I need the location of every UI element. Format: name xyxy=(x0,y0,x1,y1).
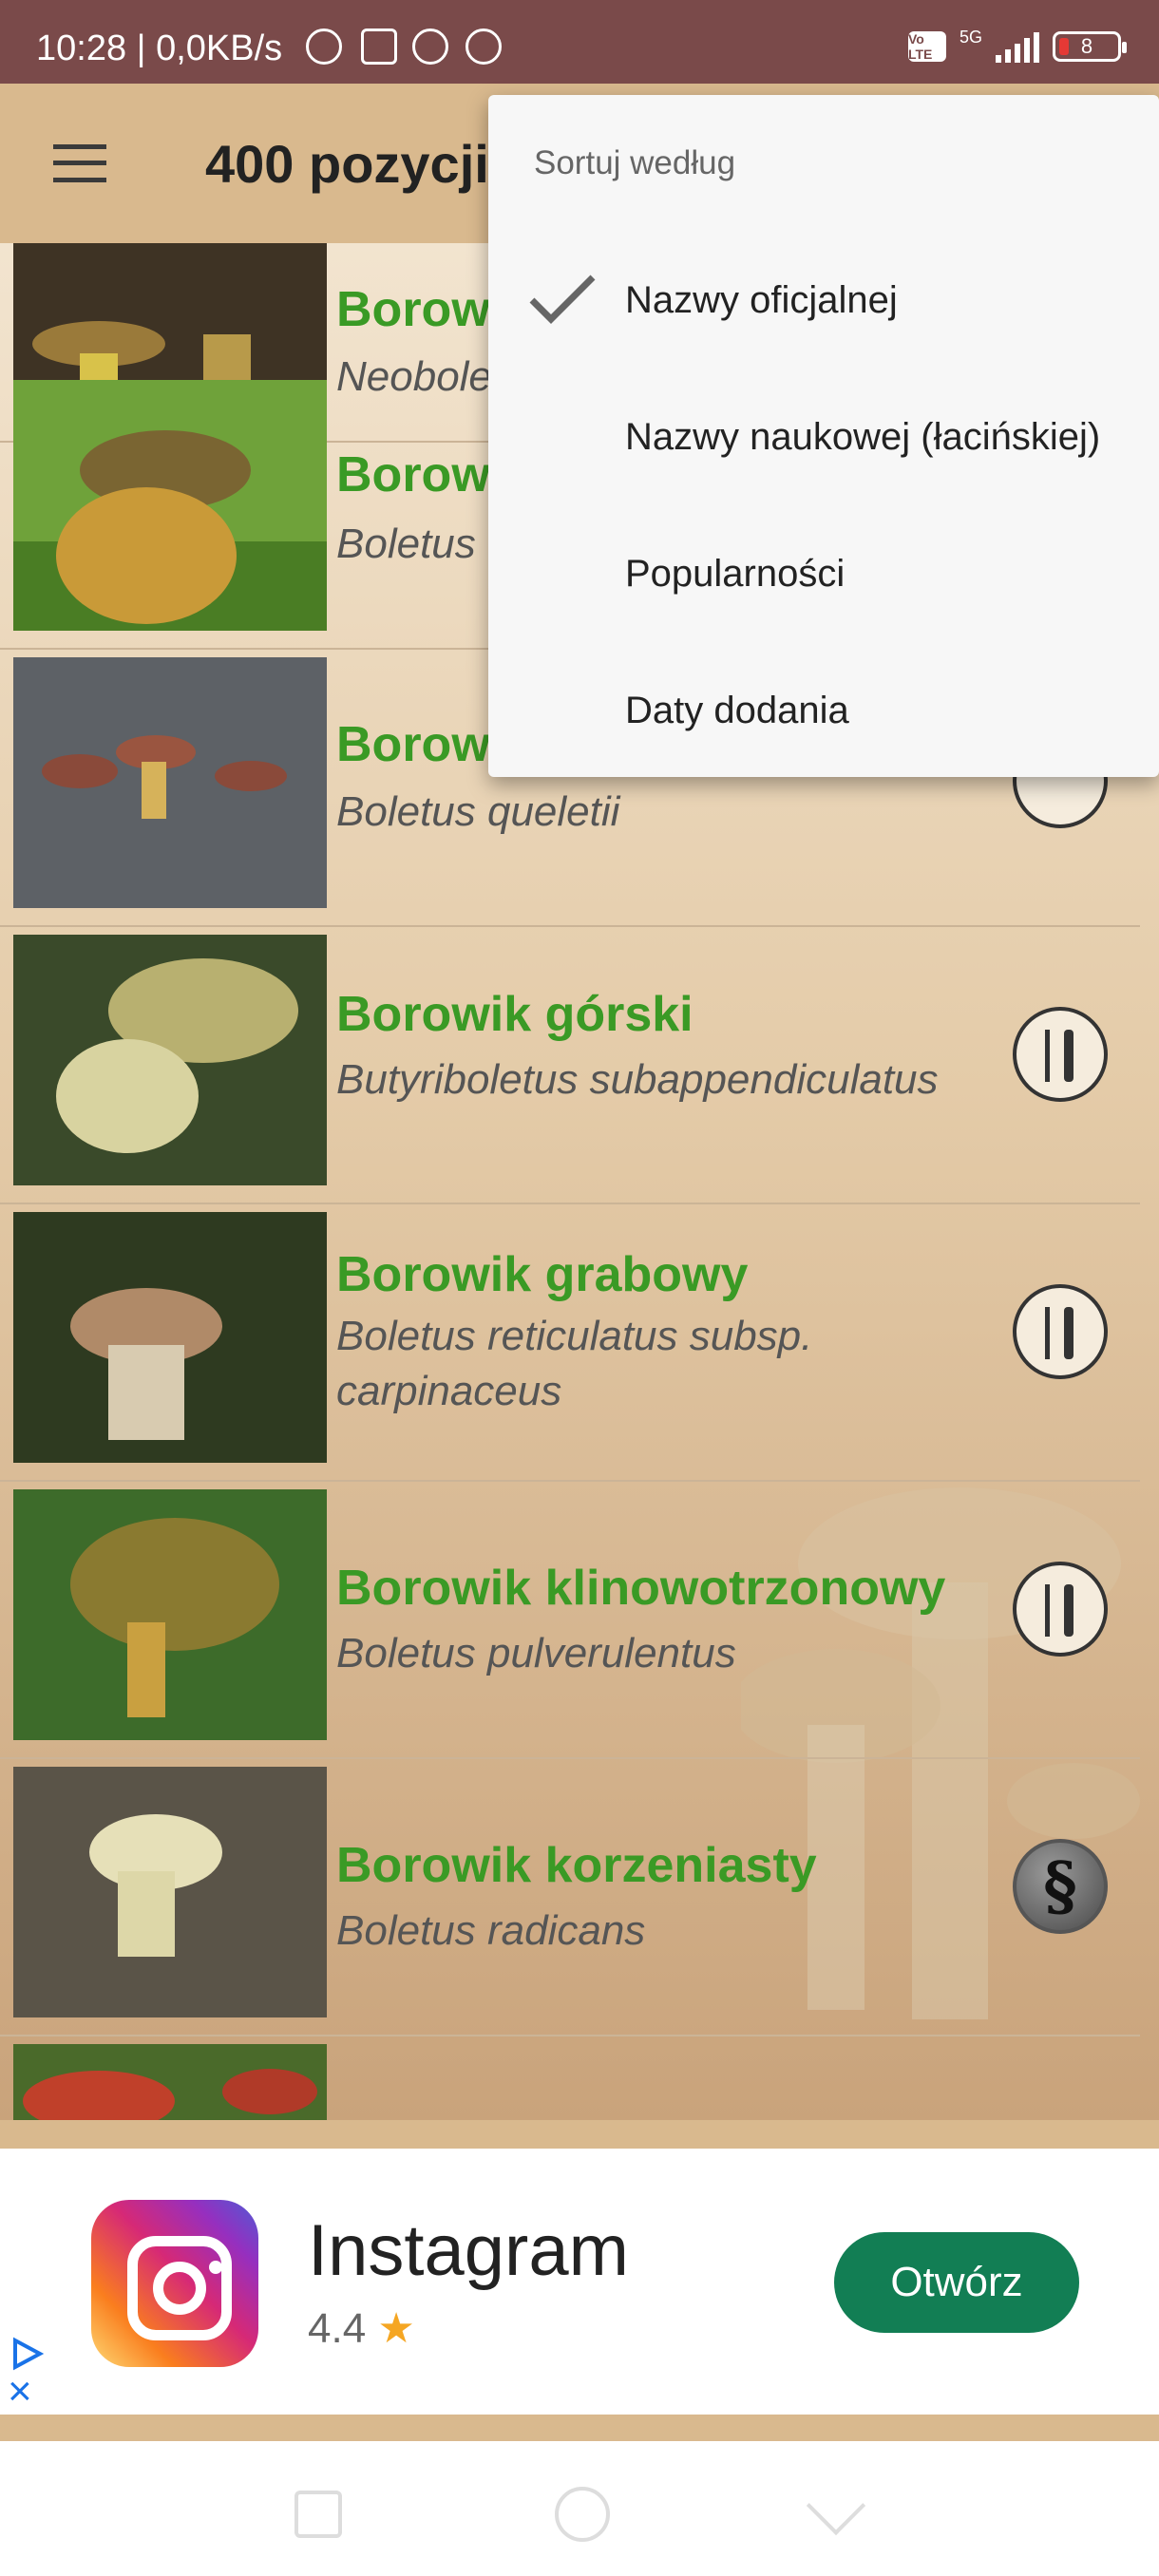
volte-icon: Vo LTE xyxy=(907,31,946,62)
mushroom-photo xyxy=(13,1212,327,1463)
sort-option-label: Daty dodania xyxy=(625,690,849,731)
ad-divider-bottom xyxy=(0,2415,1159,2441)
whatsapp-icon xyxy=(412,28,448,65)
ad-rating-value: 4.4 xyxy=(308,2305,367,2352)
sort-option-scientific-name[interactable]: Nazwy naukowej (łacińskiej) xyxy=(488,369,1159,505)
sort-option-label: Nazwy oficjalnej xyxy=(625,279,898,321)
mushroom-photo xyxy=(13,1767,327,2017)
home-icon[interactable] xyxy=(555,2487,610,2542)
instagram-icon[interactable] xyxy=(91,2200,258,2367)
status-bar: 10:28 | 0,0KB/s Vo LTE 5G 8 xyxy=(0,0,1159,84)
mushroom-name: Borowik korzeniasty xyxy=(336,1838,817,1893)
sort-option-date-added[interactable]: Daty dodania xyxy=(488,642,1159,779)
mushroom-photo xyxy=(13,380,327,631)
list-item[interactable] xyxy=(0,2035,1140,2120)
menu-icon[interactable] xyxy=(53,144,106,182)
list-item[interactable]: Borowik górski Butyriboletus subappendic… xyxy=(0,925,1140,1204)
fork-knife-icon xyxy=(1045,1307,1074,1359)
sort-menu-title: Sortuj według xyxy=(534,144,736,181)
edible-badge xyxy=(1013,1284,1108,1379)
mushroom-photo xyxy=(13,657,327,908)
ad-rating: 4.4 ★ xyxy=(308,2304,415,2353)
mushroom-latin-name: Boletus queletii xyxy=(336,788,620,835)
sort-option-official-name[interactable]: Nazwy oficjalnej xyxy=(488,232,1159,369)
ad-open-button[interactable]: Otwórz xyxy=(834,2232,1079,2333)
ad-close-icon[interactable]: × xyxy=(8,2371,46,2413)
mushroom-latin-name: Butyriboletus subappendiculatus xyxy=(336,1056,939,1103)
checkmark-icon xyxy=(529,275,596,324)
battery-level: 8 xyxy=(1080,34,1093,58)
system-navigation-bar xyxy=(0,2441,1159,2576)
mushroom-name: Borowik górski xyxy=(336,987,694,1042)
signal-icon xyxy=(996,30,1039,63)
edible-badge xyxy=(1013,1562,1108,1657)
network-type: 5G xyxy=(959,27,982,47)
mushroom-photo xyxy=(13,1489,327,1740)
mushroom-photo xyxy=(13,935,327,1185)
fork-knife-icon xyxy=(1045,1030,1074,1082)
status-time: 10:28 | 0,0KB/s xyxy=(36,28,283,68)
star-icon: ★ xyxy=(377,2305,415,2352)
list-item[interactable]: Borowik korzeniasty Boletus radicans § xyxy=(0,1757,1140,2036)
sort-option-label: Nazwy naukowej (łacińskiej) xyxy=(625,416,1101,458)
list-item[interactable]: Borowik grabowy Boletus reticulatus subs… xyxy=(0,1203,1140,1482)
battery-icon: 8 xyxy=(1053,31,1127,62)
mushroom-name: Borowik grabowy xyxy=(336,1247,749,1302)
mushroom-latin-name: Boletus reticulatus subsp. carpinaceus xyxy=(336,1313,813,1414)
mushroom-latin-name: Boletus radicans xyxy=(336,1907,646,1954)
chrome-icon xyxy=(466,28,502,65)
mushroom-name: Borowik klinowotrzonowy xyxy=(336,1561,946,1616)
alarm-icon xyxy=(306,28,342,65)
ad-app-name[interactable]: Instagram xyxy=(308,2209,629,2292)
mushroom-latin-name: Boletus pulverulentus xyxy=(336,1630,736,1676)
sort-option-popularity[interactable]: Popularności xyxy=(488,505,1159,642)
ad-divider xyxy=(0,2120,1159,2149)
nfc-icon xyxy=(361,28,397,65)
page-title: 400 pozycji xyxy=(205,134,489,194)
ad-banner[interactable]: Instagram 4.4 ★ Otwórz × xyxy=(0,2149,1159,2415)
protected-species-badge: § xyxy=(1013,1839,1108,1934)
mushroom-photo xyxy=(13,2044,327,2120)
fork-knife-icon xyxy=(1045,1584,1074,1637)
sort-menu: Sortuj według Nazwy oficjalnej Nazwy nau… xyxy=(488,95,1159,777)
adchoices-icon[interactable] xyxy=(8,2335,46,2373)
back-icon[interactable] xyxy=(806,2475,866,2536)
edible-badge xyxy=(1013,1007,1108,1102)
sort-option-label: Popularności xyxy=(625,553,846,595)
list-item[interactable]: Borowik klinowotrzonowy Boletus pulverul… xyxy=(0,1480,1140,1759)
recents-icon[interactable] xyxy=(294,2491,342,2538)
